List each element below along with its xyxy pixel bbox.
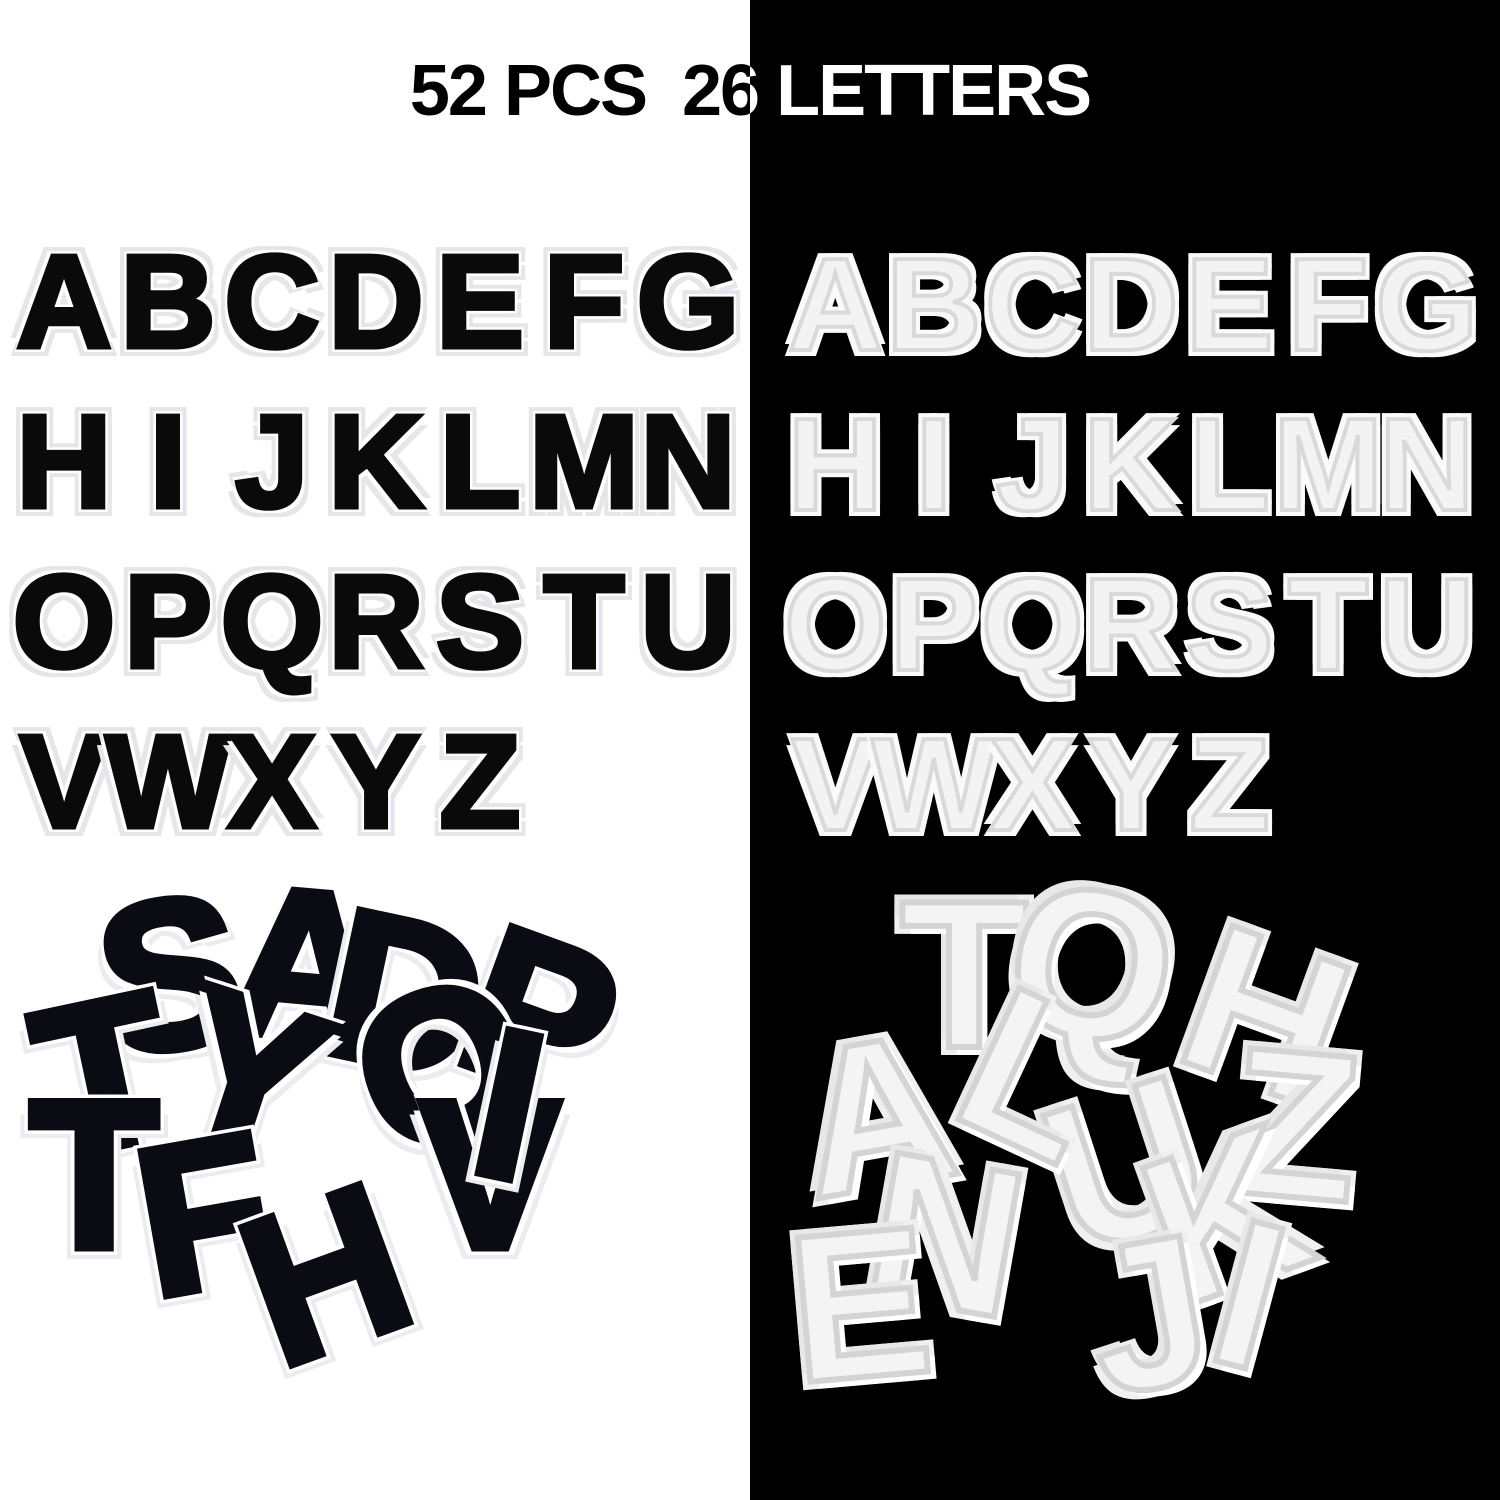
white-letter-patch: V [789,711,881,858]
black-letter-patch: R [326,548,426,695]
white-letter-patch: H [786,391,885,538]
white-letter-patch: E [1184,231,1276,378]
black-letter-patch: O [10,548,118,695]
black-letter-patch: K [326,388,426,535]
black-letter-patch: E [433,228,526,375]
white-letter-patch: R [1081,551,1180,698]
product-title: 52 PCS 26 LETTERS [409,51,1092,131]
black-letter-patch: A [14,228,114,375]
white-letter-patch: M [1271,391,1385,538]
white-letter-grid: ABCDEFGHIJKLMNOPQRSTUVWXYZ [782,225,1480,865]
white-patch-pile: TQAHZUNKEILJ [750,830,1500,1470]
black-letter-grid: ABCDEFG HIJKLMN OPQRSTU VWXYZ [10,222,742,862]
black-letter-patch: D [326,228,426,375]
white-letter-patch: S [1184,551,1276,698]
black-letter-patch: U [638,548,738,695]
white-letter-patch: O [782,551,889,698]
white-pile-patch: E [777,1178,943,1430]
black-letter-patch: B [118,228,218,375]
black-letter-patch: F [541,228,627,375]
black-letter-patch: I [147,388,189,535]
white-letter-patch: Z [1187,711,1272,858]
black-letter-patch: H [14,388,114,535]
black-letter-patch: J [233,388,311,535]
white-letter-patch: L [1187,391,1272,538]
black-letter-patch: Y [329,708,422,855]
black-letter-patch: M [527,388,642,535]
black-patch-pile: SADTYPTQFVIH [0,836,750,1470]
white-letter-patch: Q [979,551,1086,698]
white-letter-patch: U [1377,551,1476,698]
black-letter-patch: C [222,228,322,375]
black-letter-patch: V [17,708,110,855]
black-letter-patch: P [121,548,214,695]
white-letter-patch: P [888,551,980,698]
black-letter-patch: G [634,228,742,375]
white-letter-patch: G [1373,231,1480,378]
black-letter-patch: L [437,388,523,535]
white-letter-patch: F [1286,231,1371,378]
white-letter-patch: N [1377,391,1476,538]
white-letter-patch: B [884,231,983,378]
black-letter-patch: N [638,388,738,535]
white-letter-patch: T [1286,551,1371,698]
white-letter-patch: K [1081,391,1180,538]
black-letter-patch: Z [437,708,523,855]
white-letter-patch: W [870,711,999,858]
black-letter-patch: W [103,708,233,855]
black-letter-patch: Q [218,548,326,695]
white-letter-patch: J [994,391,1071,538]
black-letter-patch: X [225,708,318,855]
white-letter-patch: Y [1085,711,1177,858]
white-letter-patch: I [914,391,955,538]
white-letter-patch: C [983,231,1082,378]
black-letter-patch: S [433,548,526,695]
white-letter-patch: A [786,231,885,378]
white-letter-patch: D [1081,231,1180,378]
black-letter-patch: T [541,548,627,695]
